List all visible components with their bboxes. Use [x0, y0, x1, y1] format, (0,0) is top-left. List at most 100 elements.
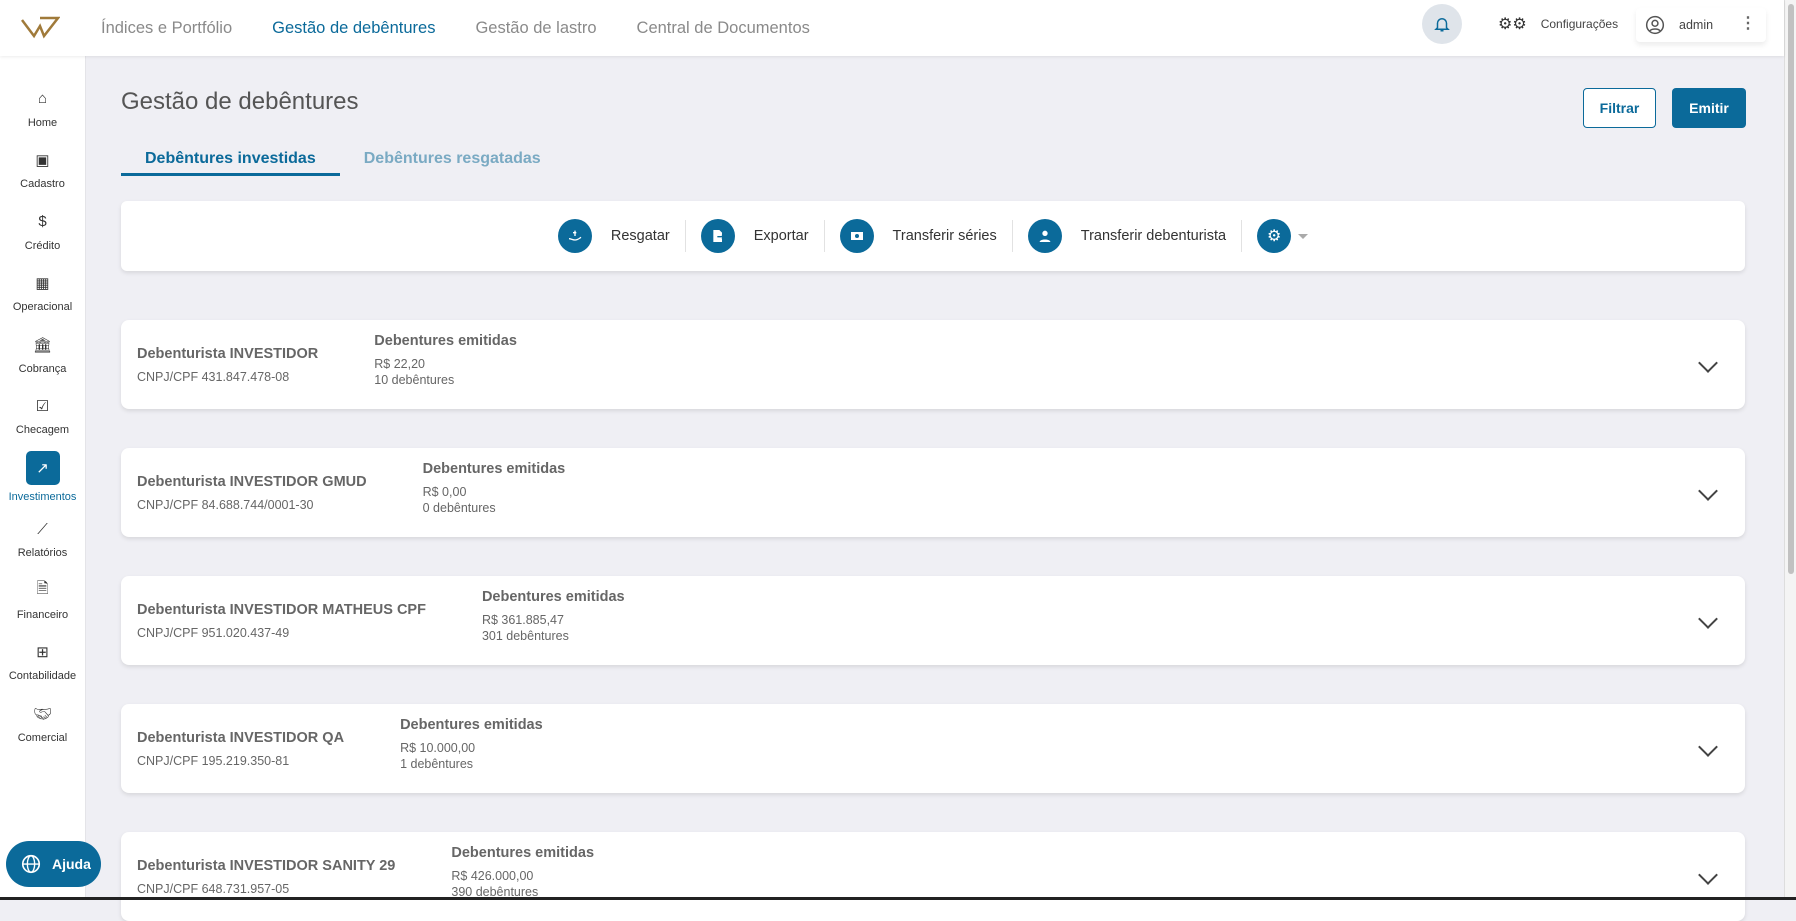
sidebar-item-label: Cadastro: [20, 178, 65, 191]
top-bar: Índices e Portfólio Gestão de debêntures…: [0, 0, 1784, 56]
contact-card-icon: ▣: [35, 152, 50, 170]
sidebar-item-label: Comercial: [17, 731, 68, 744]
calendar-check-icon: ☑: [35, 398, 50, 416]
emit-button[interactable]: Emitir: [1672, 88, 1746, 128]
investment-chart-icon: ↗: [25, 450, 60, 485]
hand-money-icon: $: [38, 213, 47, 231]
investor-card[interactable]: Debenturista INVESTIDOR SANITY 29 CNPJ/CP…: [121, 832, 1745, 921]
settings-button[interactable]: ⚙⚙ Configurações: [1498, 14, 1618, 34]
investor-info: Debenturista INVESTIDOR SANITY 29 CNPJ/CP…: [137, 858, 395, 896]
line-chart-icon: ⟋: [37, 520, 48, 538]
settings-dropdown-button[interactable]: ⚙: [1242, 219, 1323, 253]
tabs: Debêntures investidas Debêntures resgata…: [121, 142, 565, 176]
sidebar-item-contabilidade[interactable]: ⊞ Contabilidade: [0, 631, 85, 693]
sidebar-item-checagem[interactable]: ☑ Checagem: [0, 385, 85, 447]
transferir-debenturista-button[interactable]: Transferir debenturista: [1013, 219, 1243, 253]
summary-header: Debentures emitidas: [374, 333, 517, 349]
sidebar-item-label: Home: [27, 116, 58, 129]
nav-central-documentos[interactable]: Central de Documentos: [637, 19, 810, 38]
sidebar: ⌂ Home ▣ Cadastro $ Crédito ▦ Operacional 🏛︎…: [0, 56, 86, 900]
sidebar-item-cadastro[interactable]: ▣ Cadastro: [0, 139, 85, 201]
hand-money-icon: [557, 219, 592, 253]
sidebar-item-cobranca[interactable]: 🏛︎ Cobrança: [0, 323, 85, 385]
bank-icon: 🏛︎: [32, 336, 53, 354]
filter-button[interactable]: Filtrar: [1583, 88, 1656, 128]
more-vert-icon[interactable]: ⋮: [1740, 16, 1756, 32]
transferir-series-button[interactable]: Transferir séries: [825, 219, 1013, 253]
file-export-icon: [700, 219, 735, 253]
investor-card[interactable]: Debenturista INVESTIDOR QA CNPJ/CPF 195.2…: [121, 704, 1745, 793]
sidebar-item-home[interactable]: ⌂ Home: [0, 77, 85, 139]
sidebar-item-relatorios[interactable]: ⟋ Relatórios: [0, 508, 85, 570]
investor-document: CNPJ/CPF 84.688.744/0001-30: [137, 497, 314, 512]
investor-info: Debenturista INVESTIDOR GMUD CNPJ/CPF 84.…: [137, 474, 367, 512]
sidebar-item-label: Investimentos: [8, 490, 77, 503]
transferir-debenturista-label: Transferir debenturista: [1080, 228, 1227, 244]
investor-card[interactable]: Debenturista INVESTIDOR MATHEUS CPF CNPJ/…: [121, 576, 1745, 665]
scrollbar-thumb[interactable]: [1788, 4, 1794, 574]
debentures-summary: Debentures emitidas R$ 0,00 0 debêntures: [423, 461, 566, 516]
chevron-down-icon[interactable]: [1698, 481, 1718, 501]
home-icon: ⌂: [37, 90, 48, 108]
summary-header: Debentures emitidas: [400, 717, 543, 733]
transferir-series-label: Transferir séries: [892, 228, 997, 244]
sidebar-item-credito[interactable]: $ Crédito: [0, 200, 85, 262]
investor-document: CNPJ/CPF 648.731.957-05: [137, 881, 290, 896]
sidebar-item-label: Cobrança: [18, 362, 67, 375]
sidebar-item-financeiro[interactable]: 🗎︎ Financeiro: [0, 569, 85, 631]
sidebar-item-label: Financeiro: [16, 608, 69, 621]
globe-icon: [21, 854, 41, 874]
gear-icon: ⚙: [1257, 219, 1292, 253]
chevron-down-icon[interactable]: [1698, 865, 1718, 885]
top-nav: Índices e Portfólio Gestão de debêntures…: [101, 0, 810, 56]
sidebar-item-label: Crédito: [24, 239, 61, 252]
page-title: Gestão de debêntures: [121, 88, 359, 115]
sidebar-item-comercial[interactable]: 🤝︎ Comercial: [0, 692, 85, 754]
summary-count: 0 debêntures: [422, 501, 496, 515]
chevron-down-icon[interactable]: [1698, 609, 1718, 629]
user-circle-icon: [1645, 15, 1665, 35]
summary-value: R$ 22,20: [374, 357, 426, 371]
sidebar-item-investimentos[interactable]: ↗ Investimentos: [0, 446, 85, 508]
investor-name: Debenturista INVESTIDOR MATHEUS CPF: [137, 601, 426, 618]
caret-down-icon: [1298, 233, 1309, 239]
calculator-icon: ▦: [35, 275, 50, 293]
notifications-button[interactable]: [1422, 4, 1462, 44]
page-scrollbar[interactable]: [1784, 0, 1796, 900]
nav-gestao-debentures[interactable]: Gestão de debêntures: [272, 19, 435, 38]
investor-info: Debenturista INVESTIDOR QA CNPJ/CPF 195.2…: [137, 730, 344, 768]
investor-name: Debenturista INVESTIDOR QA: [137, 729, 345, 746]
sidebar-item-label: Contabilidade: [8, 670, 77, 683]
debentures-summary: Debentures emitidas R$ 22,20 10 debêntures: [374, 333, 517, 388]
investor-card[interactable]: Debenturista INVESTIDOR GMUD CNPJ/CPF 84.…: [121, 448, 1745, 537]
summary-count: 1 debêntures: [400, 757, 474, 771]
sidebar-item-label: Operacional: [12, 301, 73, 314]
summary-value: R$ 0,00: [422, 485, 467, 499]
investor-card[interactable]: Debenturista INVESTIDOR CNPJ/CPF 431.847.…: [121, 320, 1745, 409]
tab-debentures-investidas[interactable]: Debêntures investidas: [121, 142, 340, 176]
summary-count: 301 debêntures: [481, 629, 569, 643]
sidebar-item-operacional[interactable]: ▦ Operacional: [0, 262, 85, 324]
user-menu[interactable]: admin ⋮: [1636, 8, 1766, 42]
summary-header: Debentures emitidas: [481, 589, 625, 605]
summary-value: R$ 426.000,00: [451, 869, 534, 883]
investor-document: CNPJ/CPF 431.847.478-08: [137, 369, 290, 384]
summary-value: R$ 361.885,47: [481, 613, 564, 627]
chevron-down-icon[interactable]: [1698, 353, 1718, 373]
sidebar-item-label: Checagem: [15, 424, 70, 437]
help-button[interactable]: Ajuda: [6, 841, 101, 887]
resgatar-button[interactable]: Resgatar: [543, 219, 686, 253]
company-logo[interactable]: [20, 14, 60, 40]
resgatar-label: Resgatar: [610, 228, 670, 244]
summary-count: 10 debêntures: [374, 373, 455, 387]
summary-value: R$ 10.000,00: [400, 741, 476, 755]
summary-header: Debentures emitidas: [422, 461, 566, 477]
tab-debentures-resgatadas[interactable]: Debêntures resgatadas: [340, 142, 565, 176]
username: admin: [1679, 18, 1714, 32]
chevron-down-icon[interactable]: [1698, 737, 1718, 757]
investor-document: CNPJ/CPF 951.020.437-49: [137, 625, 290, 640]
nav-indices-portfolio[interactable]: Índices e Portfólio: [101, 19, 232, 38]
exportar-button[interactable]: Exportar: [686, 219, 825, 253]
nav-gestao-lastro[interactable]: Gestão de lastro: [475, 19, 596, 38]
settings-label: Configurações: [1540, 17, 1619, 31]
